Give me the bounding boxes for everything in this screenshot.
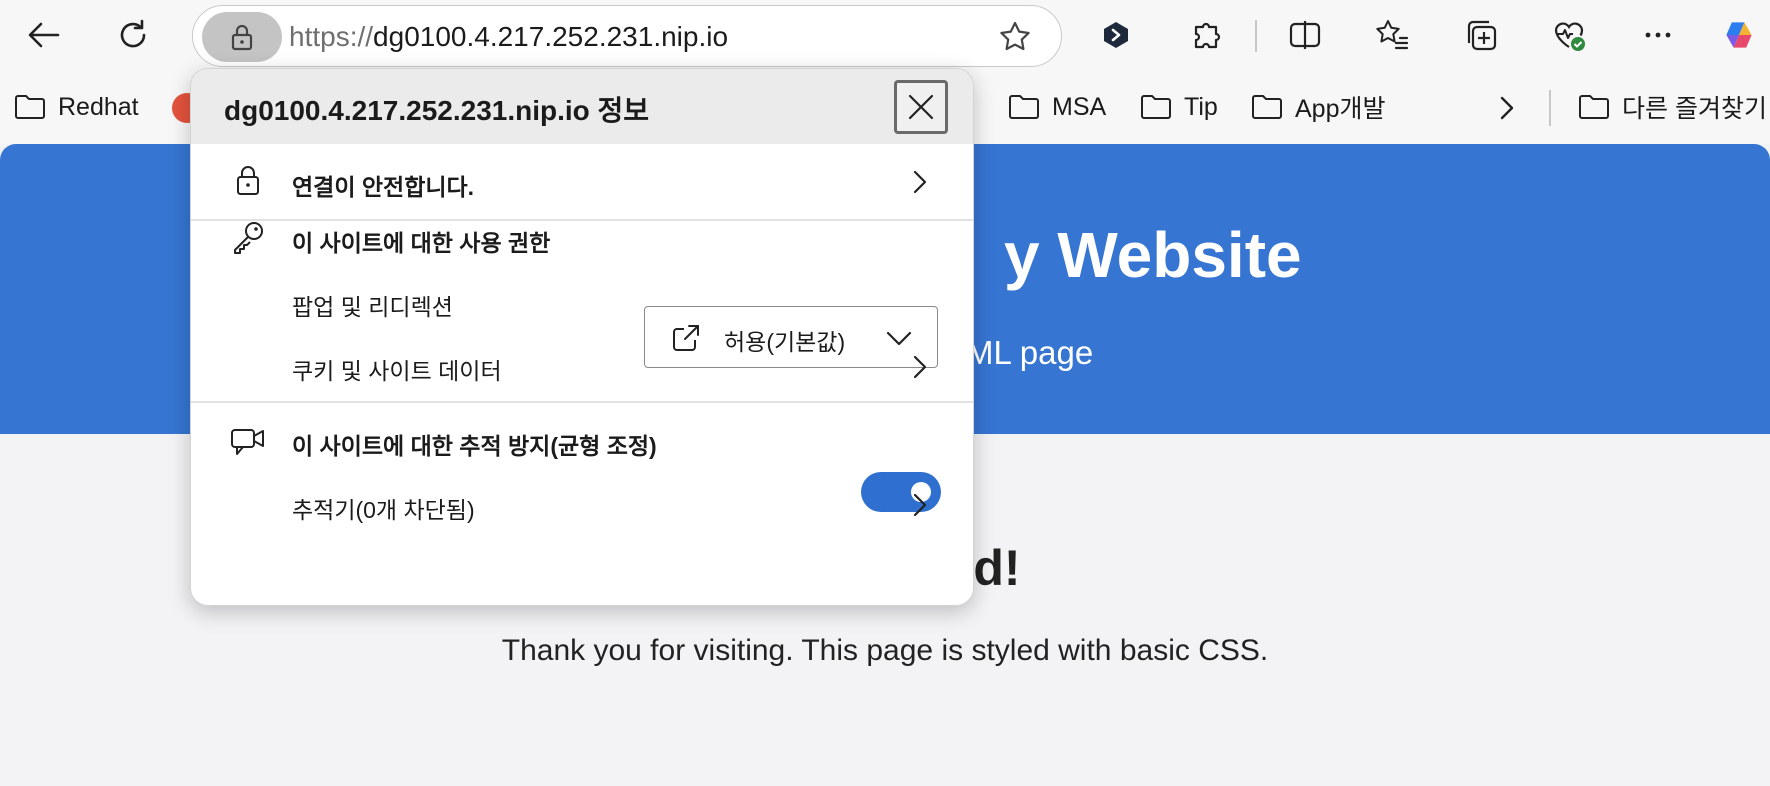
- popups-label: 팝업 및 리디렉션: [292, 294, 453, 320]
- add-favorite-star-icon[interactable]: [997, 19, 1033, 55]
- chevron-right-icon: [913, 355, 927, 379]
- favorites-button[interactable]: [1366, 9, 1418, 61]
- back-icon: [28, 22, 60, 48]
- copilot-icon: [1726, 22, 1752, 48]
- folder-icon: [1009, 95, 1039, 119]
- back-button[interactable]: [18, 9, 70, 61]
- tracking-prevention-icon: [231, 429, 264, 455]
- favorite-label: Redhat: [58, 92, 139, 121]
- puzzle-icon: [1194, 22, 1221, 49]
- banner-subtitle: ML page: [966, 334, 1094, 371]
- split-screen-icon: [1289, 21, 1321, 49]
- browser-essentials-button[interactable]: [1543, 9, 1595, 61]
- page-text: Thank you for visiting. This page is sty…: [501, 634, 1269, 667]
- address-bar[interactable]: https://dg0100.4.217.252.231.nip.io: [192, 5, 1062, 67]
- favorite-folder-redhat[interactable]: Redhat: [14, 90, 139, 124]
- chevron-right-icon: [1500, 96, 1514, 120]
- other-favorites-label: 다른 즐겨찾기: [1622, 95, 1767, 123]
- extension-button[interactable]: [1090, 9, 1142, 61]
- collections-icon: [1467, 20, 1497, 51]
- site-info-popup: dg0100.4.217.252.231.nip.io 정보 연결이 안전합니다…: [190, 68, 974, 606]
- cookies-row[interactable]: 쿠키 및 사이트 데이터: [191, 331, 973, 403]
- favorites-overflow-button[interactable]: [1492, 93, 1520, 123]
- extension-badge-icon: [1104, 22, 1128, 48]
- favorite-folder-tip[interactable]: Tip: [1140, 90, 1218, 124]
- url-host: dg0100.4.217.252.231.nip.io: [373, 21, 729, 52]
- favorite-folder-app[interactable]: App개발: [1251, 90, 1385, 124]
- more-icon: [1645, 32, 1671, 38]
- favorites-divider: [1549, 90, 1551, 126]
- folder-icon: [1579, 95, 1609, 119]
- lock-icon: [237, 166, 259, 195]
- popup-divider: [191, 401, 973, 403]
- favorite-label: Tip: [1184, 92, 1218, 121]
- trackers-label: 추적기(0개 차단됨): [292, 497, 475, 523]
- favorite-label: MSA: [1052, 92, 1107, 121]
- split-screen-button[interactable]: [1279, 9, 1331, 61]
- close-icon: [908, 94, 934, 120]
- folder-icon: [1252, 95, 1282, 119]
- refresh-icon: [120, 19, 146, 48]
- extensions-button[interactable]: [1180, 9, 1232, 61]
- connection-row[interactable]: 연결이 안전합니다.: [191, 144, 973, 219]
- cookies-label: 쿠키 및 사이트 데이터: [292, 358, 502, 384]
- banner-title: y Website: [1004, 219, 1302, 291]
- popup-close-button[interactable]: [894, 80, 948, 134]
- popup-title: dg0100.4.217.252.231.nip.io 정보: [224, 95, 650, 126]
- more-button[interactable]: [1632, 9, 1684, 61]
- key-icon: [234, 222, 263, 254]
- collections-button[interactable]: [1455, 9, 1507, 61]
- copilot-button[interactable]: [1713, 9, 1765, 61]
- favorite-label: App개발: [1295, 95, 1386, 123]
- favorites-icon: [1376, 20, 1409, 50]
- lock-icon: [231, 24, 253, 51]
- favorite-folder-msa[interactable]: MSA: [1008, 90, 1106, 124]
- chevron-right-icon: [913, 170, 927, 194]
- tracking-label: 이 사이트에 대한 추적 방지(균형 조정): [292, 433, 657, 459]
- chevron-right-icon: [913, 493, 927, 517]
- url-text[interactable]: https://dg0100.4.217.252.231.nip.io: [289, 20, 728, 54]
- connection-label: 연결이 안전합니다.: [292, 174, 475, 200]
- toolbar-divider: [1255, 20, 1257, 52]
- refresh-button[interactable]: [107, 9, 159, 61]
- popup-divider: [191, 219, 973, 221]
- other-favorites-folder[interactable]: 다른 즐겨찾기: [1578, 90, 1767, 124]
- folder-icon: [15, 95, 45, 119]
- permissions-title: 이 사이트에 대한 사용 권한: [292, 230, 551, 256]
- browser-essentials-icon: [1554, 22, 1585, 51]
- url-scheme: https://: [289, 21, 374, 52]
- folder-icon: [1141, 95, 1171, 119]
- trackers-row[interactable]: 추적기(0개 차단됨): [191, 469, 973, 539]
- browser-toolbar: https://dg0100.4.217.252.231.nip.io: [0, 0, 1770, 70]
- popup-header: dg0100.4.217.252.231.nip.io 정보: [191, 69, 973, 144]
- site-info-button[interactable]: [202, 12, 282, 62]
